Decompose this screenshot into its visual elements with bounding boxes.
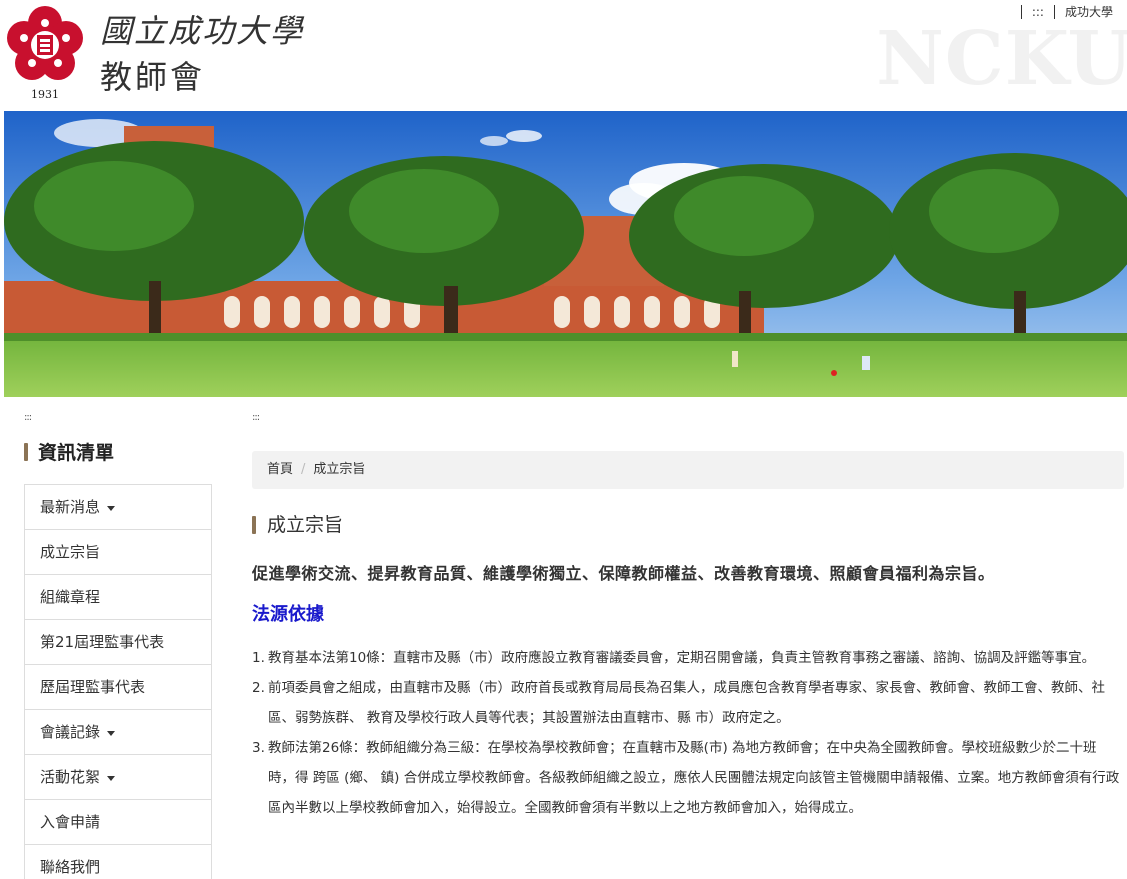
list-item-text: 教育基本法第10條：直轄市及縣（市）政府應設立教育審議委員會，定期召開會議，負責… [268,650,1096,666]
sidebar-title: 資訊清單 [24,440,114,466]
sidebar-item-activities[interactable]: 活動花絮 [25,755,211,800]
caret-down-icon [107,505,116,511]
top-links: ::: 成功大學 [1011,3,1113,20]
breadcrumb-home-link[interactable]: 首頁 [267,462,293,477]
campus-banner-image [4,111,1127,397]
accesskey-left[interactable]: ::: [24,412,32,423]
list-item-text: 前項委員會之組成，由直轄市及縣（市）政府首長或教育局局長為召集人，成員應包含教育… [268,680,1105,726]
divider [1020,4,1022,19]
sidebar-menu: 最新消息 成立宗旨 組織章程 第21屆理監事代表 歷屆理監事代表 會議記錄 活動… [24,484,212,879]
purpose-statement: 促進學術交流、提昇教育品質、維護學術獨立、保障教師權益、改善教育環境、照顧會員福… [252,564,995,583]
sidebar-item-label: 入會申請 [40,813,101,831]
sidebar-item-label: 會議記錄 [40,723,101,741]
sidebar-item-label: 組織章程 [40,588,101,606]
list-item-number: 1. [252,650,265,666]
site-header: NCKU 1931 國立成功大學 教師會::: 成功大學 [0,0,1127,108]
sidebar-item-contact[interactable]: 聯絡我們 [25,845,211,879]
legal-basis-heading: 法源依據 [252,604,324,625]
ncku-watermark: NCKU [876,16,1127,102]
sidebar-item-minutes[interactable]: 會議記錄 [25,710,211,755]
university-link[interactable]: 成功大學 [1065,3,1113,20]
page-title: 成立宗旨 [252,512,343,538]
sidebar-item-past-boards[interactable]: 歷屆理監事代表 [25,665,211,710]
plum-blossom-emblem-icon [7,6,83,80]
sidebar-item-label: 聯絡我們 [40,858,101,876]
caret-down-icon [107,775,116,781]
breadcrumb: 首頁 / 成立宗旨 [252,451,1124,489]
ncku-logo[interactable]: 1931 [4,4,86,102]
legal-basis-list: 1. 教育基本法第10條：直轄市及縣（市）政府應設立教育審議委員會，定期召開會議… [252,643,1120,823]
list-item: 1. 教育基本法第10條：直轄市及縣（市）政府應設立教育審議委員會，定期召開會議… [252,643,1120,673]
sidebar-item-label: 歷屆理監事代表 [40,678,146,696]
list-item-text: 教師法第26條：教師組織分為三級：在學校為學校教師會；在直轄市及縣(市) 為地方… [268,740,1120,816]
sidebar-item-purpose[interactable]: 成立宗旨 [25,530,211,575]
sidebar-item-charter[interactable]: 組織章程 [25,575,211,620]
breadcrumb-current: 成立宗旨 [313,462,366,477]
sidebar-item-join[interactable]: 入會申請 [25,800,211,845]
sidebar-item-news[interactable]: 最新消息 [25,485,211,530]
accesskey-main[interactable]: ::: [252,412,260,423]
list-item: 2. 前項委員會之組成，由直轄市及縣（市）政府首長或教育局局長為召集人，成員應包… [252,673,1120,733]
sidebar-item-label: 活動花絮 [40,768,101,786]
sidebar-item-current-board[interactable]: 第21屆理監事代表 [25,620,211,665]
breadcrumb-divider: / [301,462,306,477]
list-item-number: 2. [252,680,265,696]
sidebar-item-label: 成立宗旨 [40,543,101,561]
accesskey-link[interactable]: ::: [1032,5,1044,19]
list-item-number: 3. [252,740,265,756]
list-item: 3. 教師法第26條：教師組織分為三級：在學校為學校教師會；在直轄市及縣(市) … [252,733,1120,823]
caret-down-icon [107,730,116,736]
site-title[interactable]: 教師會 [100,52,205,98]
logo-year: 1931 [31,88,59,101]
sidebar-item-label: 最新消息 [40,498,101,516]
university-name: 國立成功大學 [100,12,305,50]
divider [1053,4,1055,19]
sidebar-item-label: 第21屆理監事代表 [40,633,165,651]
